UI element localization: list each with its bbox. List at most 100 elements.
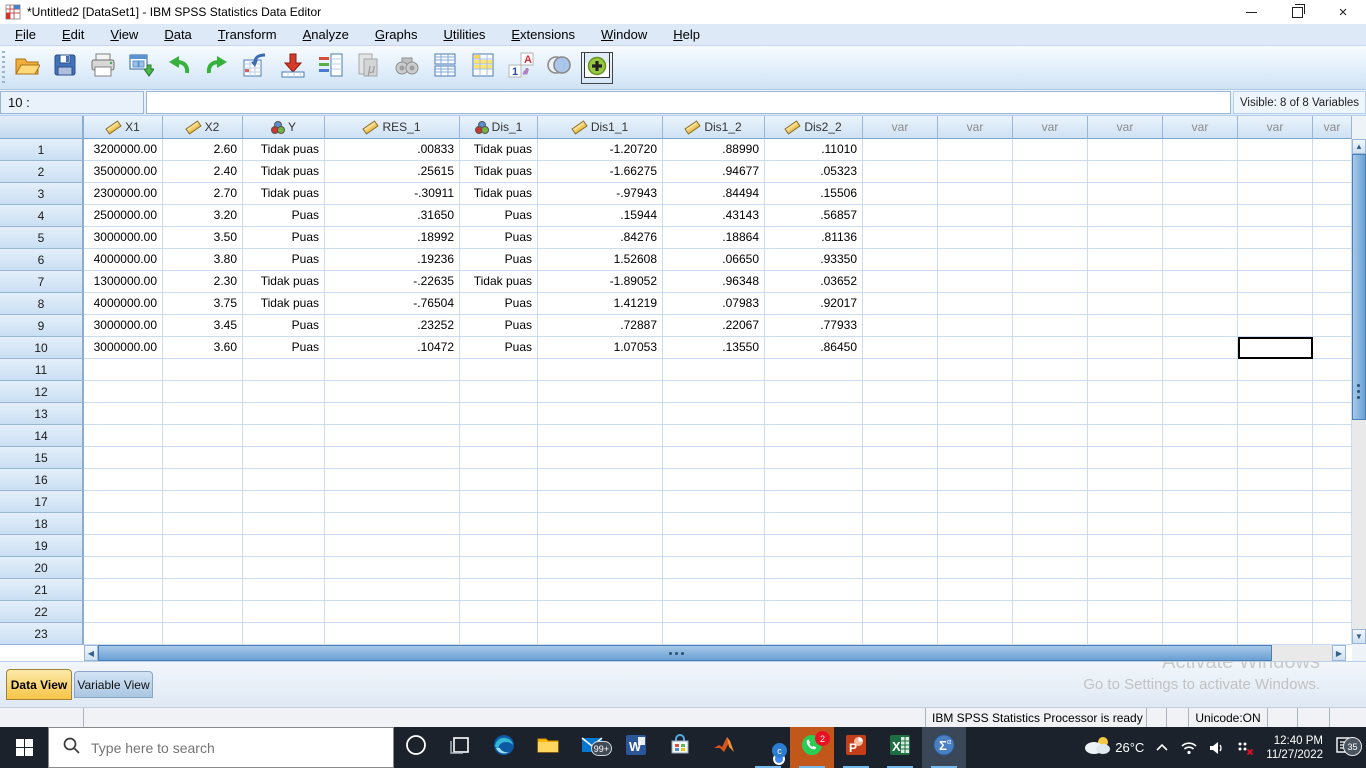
cell[interactable] <box>1163 623 1238 645</box>
cell[interactable] <box>863 381 938 403</box>
cell[interactable] <box>765 491 863 513</box>
scroll-right-arrow-icon[interactable]: ▶ <box>1332 645 1346 661</box>
cell[interactable] <box>1088 139 1163 161</box>
cell[interactable] <box>1238 271 1313 293</box>
row-header[interactable]: 11 <box>0 359 84 381</box>
cell[interactable] <box>938 513 1013 535</box>
cell[interactable] <box>1313 381 1352 403</box>
cell[interactable] <box>1163 601 1238 623</box>
cell[interactable]: Tidak puas <box>460 183 538 205</box>
cell[interactable] <box>325 469 460 491</box>
cell[interactable] <box>1163 579 1238 601</box>
tab-data-view[interactable]: Data View <box>6 669 72 700</box>
find-button[interactable] <box>388 49 426 87</box>
cell[interactable]: .56857 <box>765 205 863 227</box>
cell[interactable] <box>84 447 163 469</box>
cell[interactable] <box>1013 183 1088 205</box>
cell[interactable]: Tidak puas <box>243 161 325 183</box>
cell[interactable] <box>1013 315 1088 337</box>
taskbar-app-excel[interactable]: X <box>878 727 922 768</box>
cell[interactable] <box>1313 601 1352 623</box>
cell[interactable] <box>863 469 938 491</box>
cell[interactable]: .05323 <box>765 161 863 183</box>
cell[interactable] <box>1163 513 1238 535</box>
cell[interactable]: 4000000.00 <box>84 249 163 271</box>
cell[interactable] <box>1163 315 1238 337</box>
cell[interactable] <box>84 535 163 557</box>
cell[interactable] <box>863 271 938 293</box>
cell[interactable]: .18864 <box>663 227 765 249</box>
column-header-var[interactable]: var <box>1238 116 1313 139</box>
cell[interactable]: Puas <box>243 315 325 337</box>
row-header[interactable]: 18 <box>0 513 84 535</box>
cell[interactable]: 3.75 <box>163 293 243 315</box>
cell[interactable] <box>538 535 663 557</box>
cell[interactable] <box>538 447 663 469</box>
cell[interactable] <box>863 403 938 425</box>
cell[interactable] <box>1013 249 1088 271</box>
menu-help[interactable]: Help <box>660 25 713 44</box>
extensions-plus-button[interactable] <box>578 49 616 87</box>
cell[interactable] <box>863 557 938 579</box>
cell[interactable] <box>243 623 325 645</box>
cell[interactable]: .18992 <box>325 227 460 249</box>
cell[interactable]: .81136 <box>765 227 863 249</box>
weather-widget[interactable]: 26°C <box>1078 727 1149 768</box>
cell[interactable] <box>765 447 863 469</box>
cell[interactable] <box>460 579 538 601</box>
taskbar-app-word[interactable]: W <box>614 727 658 768</box>
row-header[interactable]: 17 <box>0 491 84 513</box>
taskbar-app-cortana[interactable] <box>394 727 438 768</box>
wifi-icon[interactable] <box>1175 727 1203 768</box>
cell[interactable] <box>938 337 1013 359</box>
row-header[interactable]: 22 <box>0 601 84 623</box>
cell[interactable] <box>1163 535 1238 557</box>
cell[interactable] <box>1088 381 1163 403</box>
cell[interactable] <box>863 601 938 623</box>
cell[interactable] <box>163 381 243 403</box>
cell[interactable]: Tidak puas <box>460 139 538 161</box>
cell[interactable] <box>1163 403 1238 425</box>
cell[interactable] <box>765 623 863 645</box>
cell[interactable] <box>1238 183 1313 205</box>
cell[interactable] <box>163 447 243 469</box>
cell[interactable] <box>460 513 538 535</box>
cell[interactable] <box>1163 425 1238 447</box>
cell[interactable] <box>1088 337 1163 359</box>
undo-button[interactable] <box>160 49 198 87</box>
taskbar-app-powerpoint[interactable]: P <box>834 727 878 768</box>
cell[interactable] <box>1088 293 1163 315</box>
cell[interactable] <box>1013 535 1088 557</box>
cell[interactable] <box>765 579 863 601</box>
cell[interactable] <box>1163 491 1238 513</box>
cell[interactable] <box>163 513 243 535</box>
cell[interactable] <box>938 469 1013 491</box>
cell[interactable]: 1300000.00 <box>84 271 163 293</box>
cell[interactable] <box>1163 183 1238 205</box>
menu-transform[interactable]: Transform <box>205 25 290 44</box>
cell[interactable] <box>1238 315 1313 337</box>
cell[interactable] <box>1088 469 1163 491</box>
cell[interactable] <box>1088 491 1163 513</box>
cell[interactable] <box>1163 381 1238 403</box>
horizontal-scroll-thumb[interactable] <box>98 645 1272 661</box>
cell[interactable] <box>938 381 1013 403</box>
cell[interactable] <box>663 623 765 645</box>
cell[interactable] <box>1238 227 1313 249</box>
cell[interactable] <box>84 403 163 425</box>
print-button[interactable] <box>84 49 122 87</box>
cell[interactable] <box>1013 557 1088 579</box>
cell[interactable] <box>460 359 538 381</box>
cell[interactable]: Puas <box>460 249 538 271</box>
cell[interactable] <box>765 359 863 381</box>
column-header-x2[interactable]: X2 <box>163 116 243 139</box>
cell[interactable] <box>325 513 460 535</box>
cell[interactable]: 3.45 <box>163 315 243 337</box>
cell[interactable] <box>765 381 863 403</box>
cell[interactable] <box>243 359 325 381</box>
cell[interactable] <box>243 469 325 491</box>
cell[interactable]: -.30911 <box>325 183 460 205</box>
cell[interactable]: Tidak puas <box>243 271 325 293</box>
open-file-button[interactable] <box>8 49 46 87</box>
cell[interactable] <box>538 469 663 491</box>
